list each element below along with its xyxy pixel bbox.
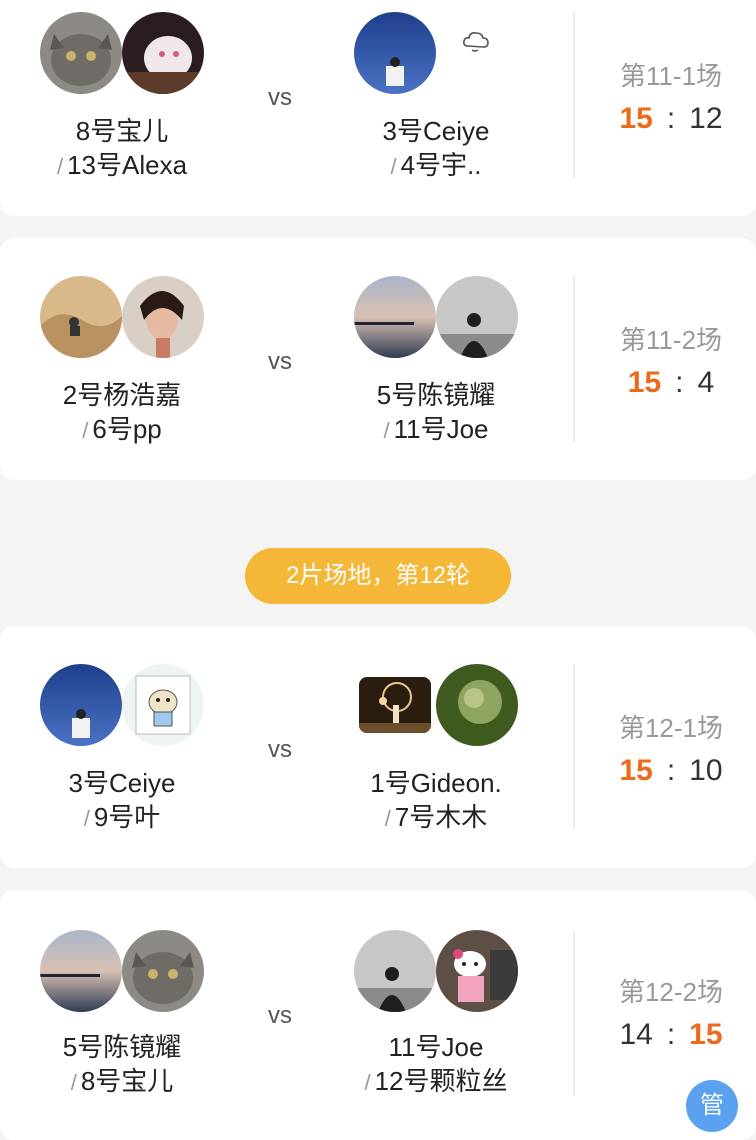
match-round: 第11-1场 <box>619 61 723 91</box>
player-avatar <box>359 677 431 733</box>
score-left: 15 <box>619 102 653 135</box>
player-avatar <box>354 930 436 1012</box>
player-avatar <box>122 664 204 746</box>
score-left: 15 <box>619 754 653 787</box>
right-team: 3号Ceiye /4号宇.. <box>306 114 566 184</box>
right-team-line2: 4号宇.. <box>400 150 482 180</box>
left-team-line1: 2号杨浩嘉 <box>62 380 182 410</box>
pair-separator: / <box>383 418 390 443</box>
score-right: 4 <box>697 366 715 399</box>
score-colon: : <box>666 754 676 787</box>
player-avatar <box>436 930 518 1012</box>
column-divider <box>573 276 575 442</box>
player-avatar <box>40 12 122 94</box>
match-round: 第12-1场 <box>618 713 724 743</box>
score-left: 15 <box>627 366 662 399</box>
left-team-line2: 13号Alexa <box>67 150 188 180</box>
match-score: 15:4 <box>596 366 746 400</box>
right-team-line1: 3号Ceiye <box>382 116 490 146</box>
match-score: 15:12 <box>596 102 746 136</box>
vs-label: vs <box>268 1002 292 1029</box>
left-team-line2: 6号pp <box>92 414 162 444</box>
score-colon: : <box>666 1018 676 1051</box>
left-team-line2: 9号叶 <box>93 802 161 832</box>
cloud-icon <box>463 32 489 52</box>
score-colon: : <box>666 102 676 135</box>
match-round: 第11-2场 <box>619 325 723 355</box>
score-right: 10 <box>689 754 723 787</box>
left-team: 3号Ceiye /9号叶 <box>0 766 252 836</box>
player-avatar <box>122 12 204 94</box>
score-left: 14 <box>619 1018 653 1051</box>
player-avatar <box>436 664 518 746</box>
vs-label: vs <box>268 84 292 111</box>
manage-button[interactable]: 管 <box>686 1080 738 1132</box>
left-team-line1: 3号Ceiye <box>68 768 176 798</box>
round-header-badge: 2片场地，第12轮 <box>245 548 511 604</box>
left-team-line1: 5号陈镜耀 <box>62 1032 182 1062</box>
match-card[interactable]: 2号杨浩嘉 /6号pp vs 5号陈镜耀 /11号Joe 第11-2场 15:4 <box>0 238 756 480</box>
left-team: 8号宝儿 /13号Alexa <box>0 114 252 184</box>
match-card[interactable]: 3号Ceiye /9号叶 vs 1号Gideon. /7号木木 第12-1场 1… <box>0 626 756 868</box>
column-divider <box>573 930 575 1096</box>
vs-label: vs <box>268 736 292 763</box>
pair-separator: / <box>364 1070 371 1095</box>
right-team: 1号Gideon. /7号木木 <box>306 766 566 836</box>
right-team-line2: 12号颗粒丝 <box>374 1066 508 1096</box>
player-avatar <box>354 12 436 94</box>
right-team-line2: 7号木木 <box>394 802 488 832</box>
column-divider <box>573 12 575 178</box>
pair-separator: / <box>56 154 64 179</box>
score-right: 12 <box>689 102 723 135</box>
right-team-line1: 11号Joe <box>388 1032 484 1062</box>
vs-label: vs <box>268 348 292 375</box>
left-team: 5号陈镜耀 /8号宝儿 <box>0 1030 252 1100</box>
pair-separator: / <box>83 806 90 831</box>
score-right: 15 <box>689 1018 723 1051</box>
match-score: 14:15 <box>596 1018 746 1052</box>
pair-separator: / <box>390 154 397 179</box>
match-card[interactable]: 8号宝儿 /13号Alexa vs 3号Ceiye /4号宇.. 第11-1场 … <box>0 0 756 216</box>
match-round: 第12-2场 <box>618 977 724 1007</box>
right-team-line2: 11号Joe <box>393 414 489 444</box>
pair-separator: / <box>82 418 89 443</box>
right-team-line1: 5号陈镜耀 <box>376 380 496 410</box>
match-card[interactable]: 5号陈镜耀 /8号宝儿 vs 11号Joe /12号颗粒丝 第12-2场 14:… <box>0 890 756 1140</box>
player-avatar <box>122 276 204 358</box>
left-team-line2: 8号宝儿 <box>80 1066 174 1096</box>
score-colon: : <box>675 366 684 399</box>
player-avatar <box>122 930 204 1012</box>
right-team: 11号Joe /12号颗粒丝 <box>306 1030 566 1100</box>
right-team: 5号陈镜耀 /11号Joe <box>306 378 566 448</box>
player-avatar <box>40 664 122 746</box>
player-avatar <box>40 930 122 1012</box>
pair-separator: / <box>384 806 391 831</box>
column-divider <box>573 664 575 830</box>
match-score: 15:10 <box>596 754 746 788</box>
player-avatar <box>436 276 518 358</box>
pair-separator: / <box>70 1070 77 1095</box>
left-team: 2号杨浩嘉 /6号pp <box>0 378 252 448</box>
right-team-line1: 1号Gideon. <box>370 768 502 798</box>
left-team-line1: 8号宝儿 <box>75 116 169 146</box>
player-avatar <box>40 276 122 358</box>
player-avatar <box>354 276 436 358</box>
